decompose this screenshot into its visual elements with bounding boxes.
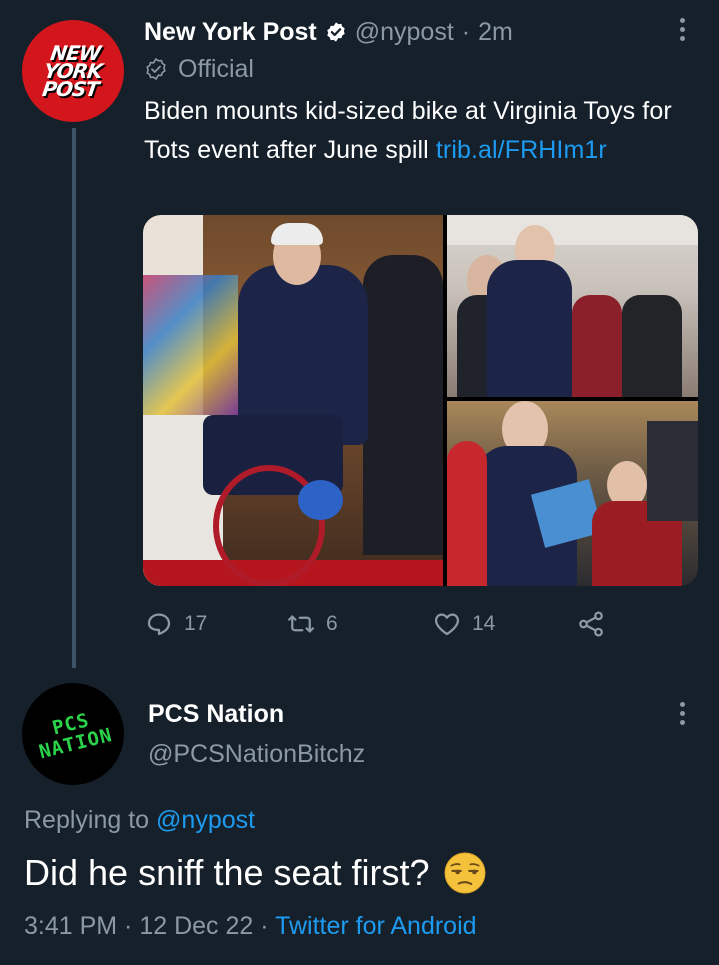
tweet-client[interactable]: Twitter for Android	[275, 912, 476, 940]
more-icon[interactable]	[678, 702, 686, 725]
retweet-icon	[288, 615, 314, 633]
reply-count: 17	[184, 612, 208, 635]
tweet-date[interactable]: 12 Dec 22	[139, 912, 253, 940]
avatar-nypost[interactable]: NEW YORK POST	[22, 20, 124, 122]
nypost-logo: NEW YORK POST	[40, 41, 104, 101]
display-name[interactable]: New York Post	[144, 18, 317, 47]
meta-separator: ·	[117, 912, 140, 940]
handle[interactable]: @PCSNationBitchz	[148, 740, 365, 769]
reply-icon	[147, 613, 171, 636]
share-icon	[579, 611, 603, 637]
official-label: Official	[144, 52, 254, 86]
handle[interactable]: @nypost	[355, 18, 454, 47]
photo-biden-family[interactable]	[447, 215, 698, 397]
replying-label: Replying to	[24, 806, 157, 834]
tweet-actions: 17 6 14	[144, 606, 624, 642]
media-grid[interactable]	[143, 215, 698, 586]
tweet-text: Did he sniff the seat first?	[24, 852, 486, 894]
reply-button[interactable]: 17	[144, 606, 207, 642]
unamused-face-emoji	[444, 852, 486, 894]
replying-handle[interactable]: @nypost	[156, 806, 255, 834]
like-button[interactable]: 14	[432, 606, 495, 642]
official-text: Official	[178, 54, 254, 83]
more-icon[interactable]	[678, 18, 686, 41]
photo-biden-boy[interactable]	[447, 401, 698, 586]
replying-to: Replying to @nypost	[24, 806, 255, 835]
like-count: 14	[472, 612, 496, 635]
avatar-pcsnation[interactable]: PCS NATION	[22, 683, 124, 785]
tweet-time[interactable]: 3:41 PM	[24, 912, 117, 940]
tweet-meta: 3:41 PM · 12 Dec 22 · Twitter for Androi…	[24, 912, 477, 941]
timestamp[interactable]: 2m	[478, 18, 513, 47]
official-check-icon	[144, 57, 168, 81]
meta-separator: ·	[253, 912, 276, 940]
heart-icon	[434, 613, 460, 636]
tweet-link[interactable]: trib.al/FRHIm1r	[436, 136, 607, 164]
thread-line	[72, 128, 76, 668]
separator: ·	[461, 17, 471, 46]
pcsnation-logo: PCS NATION	[36, 709, 115, 764]
tweet-header: New York Post @nypost · 2m	[144, 14, 513, 50]
verified-badge-icon	[325, 21, 347, 43]
photo-biden-bike[interactable]	[143, 215, 443, 586]
display-name[interactable]: PCS Nation	[148, 700, 284, 729]
tweet-body: Did he sniff the seat first?	[24, 852, 430, 893]
share-button[interactable]	[576, 606, 616, 642]
retweet-count: 6	[326, 612, 338, 635]
retweet-button[interactable]: 6	[286, 606, 338, 642]
tweet-text: Biden mounts kid-sized bike at Virginia …	[144, 92, 704, 170]
